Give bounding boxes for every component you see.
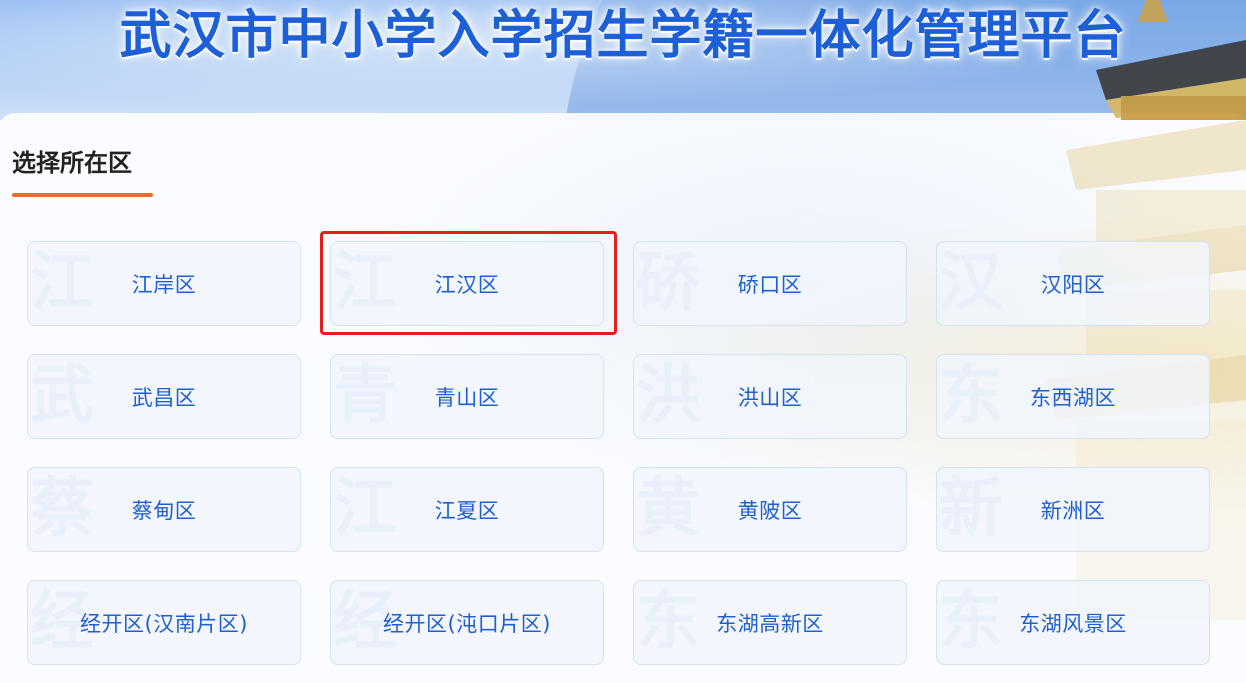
- district-label: 洪山区: [737, 385, 803, 410]
- district-label: 江岸区: [131, 272, 197, 297]
- district-watermark: 汉: [939, 246, 1003, 320]
- page-title: 武汉市中小学入学招生学籍一体化管理平台: [119, 6, 1127, 66]
- district-label: 江汉区: [434, 272, 500, 297]
- district-label: 武昌区: [131, 385, 197, 410]
- district-label: 经开区(汉南片区): [80, 611, 248, 636]
- district-button[interactable]: 新 新洲区: [936, 467, 1210, 552]
- section-title-underline: [12, 193, 153, 197]
- district-watermark: 东: [939, 359, 1003, 433]
- district-label: 东湖风景区: [1019, 611, 1127, 636]
- district-grid: 江江岸区江江汉区硚硚口区汉汉阳区武武昌区青青山区洪洪山区东东西湖区蔡蔡甸区江江夏…: [27, 241, 1210, 665]
- district-watermark: 蔡: [30, 472, 94, 546]
- district-watermark: 武: [30, 359, 94, 433]
- district-watermark: 江: [333, 472, 397, 546]
- district-watermark: 东: [636, 585, 700, 659]
- district-button[interactable]: 东东湖高新区: [633, 580, 907, 665]
- district-watermark: 江: [333, 246, 397, 320]
- header-banner: 武汉市中小学入学招生学籍一体化管理平台: [0, 0, 1246, 120]
- district-label: 东湖高新区: [716, 611, 824, 636]
- district-button[interactable]: 江 江汉区: [330, 241, 604, 326]
- district-label: 硚口区: [737, 272, 803, 297]
- district-button[interactable]: 洪 洪山区: [633, 354, 907, 439]
- district-label: 蔡甸区: [131, 498, 197, 523]
- district-button[interactable]: 硚 硚口区: [633, 241, 907, 326]
- district-watermark: 洪: [636, 359, 700, 433]
- district-label: 江夏区: [434, 498, 500, 523]
- district-label: 黄陂区: [737, 498, 803, 523]
- district-button[interactable]: 经经开区(汉南片区): [27, 580, 301, 665]
- district-label: 青山区: [434, 385, 500, 410]
- district-button[interactable]: 青 青山区: [330, 354, 604, 439]
- district-label: 经开区(沌口片区): [383, 611, 551, 636]
- district-button[interactable]: 蔡 蔡甸区: [27, 467, 301, 552]
- district-button[interactable]: 武 武昌区: [27, 354, 301, 439]
- district-label: 东西湖区: [1030, 385, 1116, 410]
- district-watermark: 东: [939, 585, 1003, 659]
- district-button[interactable]: 黄 黄陂区: [633, 467, 907, 552]
- district-button[interactable]: 江 江岸区: [27, 241, 301, 326]
- district-watermark: 江: [30, 246, 94, 320]
- district-label: 汉阳区: [1040, 272, 1106, 297]
- section-title: 选择所在区: [12, 149, 132, 177]
- district-watermark: 黄: [636, 472, 700, 546]
- district-button[interactable]: 江 江夏区: [330, 467, 604, 552]
- district-button[interactable]: 东 东西湖区: [936, 354, 1210, 439]
- district-watermark: 新: [939, 472, 1003, 546]
- district-button[interactable]: 汉 汉阳区: [936, 241, 1210, 326]
- district-label: 新洲区: [1040, 498, 1106, 523]
- district-button[interactable]: 东东湖风景区: [936, 580, 1210, 665]
- district-watermark: 硚: [636, 246, 700, 320]
- district-watermark: 青: [333, 359, 397, 433]
- district-button[interactable]: 经经开区(沌口片区): [330, 580, 604, 665]
